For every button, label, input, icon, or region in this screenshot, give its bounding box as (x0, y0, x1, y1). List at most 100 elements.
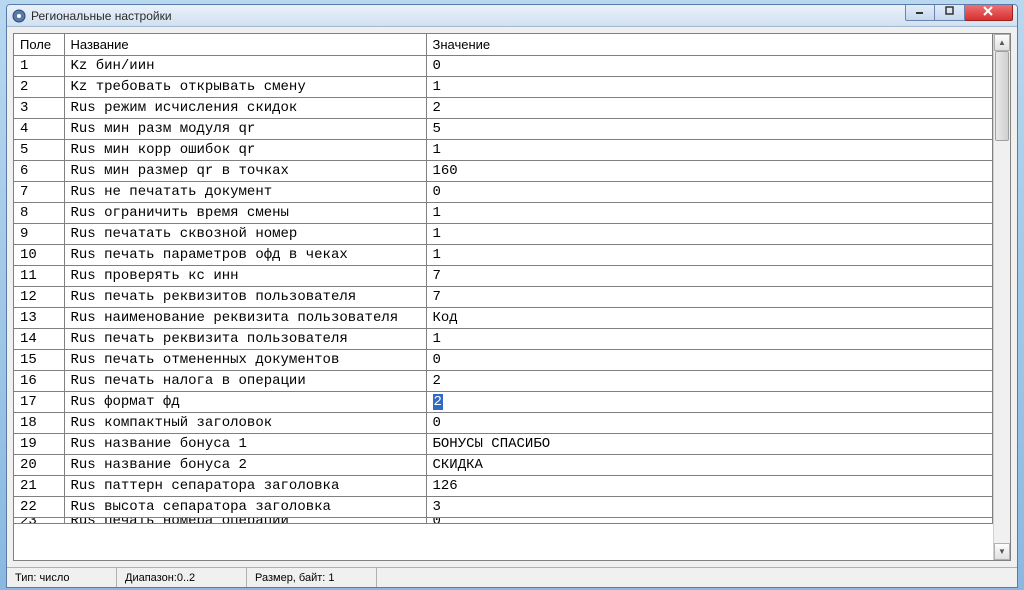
cell-name[interactable]: Rus печать налога в операции (64, 371, 426, 392)
cell-value[interactable]: 0 (426, 182, 993, 203)
cell-name[interactable]: Rus наименование реквизита пользователя (64, 308, 426, 329)
titlebar[interactable]: Региональные настройки (7, 5, 1017, 27)
cell-name[interactable]: Rus мин размер qr в точках (64, 161, 426, 182)
table-row[interactable]: 9Rus печатать сквозной номер1 (14, 224, 993, 245)
cell-name[interactable]: Rus печать номера операции (64, 518, 426, 524)
cell-value[interactable]: 0 (426, 350, 993, 371)
cell-name[interactable]: Rus мин разм модуля qr (64, 119, 426, 140)
cell-value[interactable]: 0 (426, 413, 993, 434)
cell-value[interactable]: СКИДКА (426, 455, 993, 476)
table-row[interactable]: 16Rus печать налога в операции2 (14, 371, 993, 392)
cell-value[interactable]: 5 (426, 119, 993, 140)
cell-pole[interactable]: 6 (14, 161, 64, 182)
table-row[interactable]: 7Rus не печатать документ0 (14, 182, 993, 203)
cell-value[interactable]: 7 (426, 287, 993, 308)
cell-value[interactable]: 2 (426, 98, 993, 119)
cell-pole[interactable]: 20 (14, 455, 64, 476)
cell-value[interactable]: 7 (426, 266, 993, 287)
cell-pole[interactable]: 18 (14, 413, 64, 434)
cell-pole[interactable]: 4 (14, 119, 64, 140)
table-row[interactable]: 11Rus проверять кс инн7 (14, 266, 993, 287)
table-row[interactable]: 21Rus паттерн сепаратора заголовка126 (14, 476, 993, 497)
cell-value[interactable]: 2 (426, 371, 993, 392)
cell-name[interactable]: Kz бин/иин (64, 56, 426, 77)
cell-value[interactable]: 1 (426, 224, 993, 245)
cell-pole[interactable]: 15 (14, 350, 64, 371)
scroll-down-button[interactable]: ▼ (994, 543, 1010, 560)
cell-name[interactable]: Rus печать параметров офд в чеках (64, 245, 426, 266)
cell-name[interactable]: Rus печатать сквозной номер (64, 224, 426, 245)
cell-name[interactable]: Rus паттерн сепаратора заголовка (64, 476, 426, 497)
table-row[interactable]: 2Kz требовать открывать смену1 (14, 77, 993, 98)
table-row[interactable]: 23Rus печать номера операции0 (14, 518, 993, 524)
cell-pole[interactable]: 3 (14, 98, 64, 119)
cell-pole[interactable]: 23 (14, 518, 64, 524)
minimize-button[interactable] (905, 4, 935, 21)
cell-name[interactable]: Rus формат фд (64, 392, 426, 413)
cell-pole[interactable]: 13 (14, 308, 64, 329)
cell-value[interactable]: 1 (426, 329, 993, 350)
table-row[interactable]: 14Rus печать реквизита пользователя1 (14, 329, 993, 350)
cell-pole[interactable]: 16 (14, 371, 64, 392)
cell-name[interactable]: Rus режим исчисления скидок (64, 98, 426, 119)
cell-name[interactable]: Rus печать реквизитов пользователя (64, 287, 426, 308)
cell-value[interactable]: 1 (426, 77, 993, 98)
cell-value[interactable]: БОНУСЫ СПАСИБО (426, 434, 993, 455)
cell-pole[interactable]: 5 (14, 140, 64, 161)
cell-name[interactable]: Rus компактный заголовок (64, 413, 426, 434)
cell-value[interactable]: 1 (426, 245, 993, 266)
table-row[interactable]: 22Rus высота сепаратора заголовка3 (14, 497, 993, 518)
table-row[interactable]: 8Rus ограничить время смены1 (14, 203, 993, 224)
cell-name[interactable]: Rus мин корр ошибок qr (64, 140, 426, 161)
cell-pole[interactable]: 1 (14, 56, 64, 77)
table-row[interactable]: 5Rus мин корр ошибок qr1 (14, 140, 993, 161)
table-row[interactable]: 15Rus печать отмененных документов0 (14, 350, 993, 371)
table-row[interactable]: 6Rus мин размер qr в точках160 (14, 161, 993, 182)
cell-value[interactable]: 3 (426, 497, 993, 518)
table-row[interactable]: 4Rus мин разм модуля qr5 (14, 119, 993, 140)
data-grid[interactable]: Поле Название Значение 1Kz бин/иин02Kz т… (13, 33, 1011, 561)
cell-name[interactable]: Rus печать отмененных документов (64, 350, 426, 371)
cell-name[interactable]: Rus не печатать документ (64, 182, 426, 203)
cell-value[interactable]: 126 (426, 476, 993, 497)
cell-name[interactable]: Rus ограничить время смены (64, 203, 426, 224)
table-row[interactable]: 18Rus компактный заголовок0 (14, 413, 993, 434)
table-row[interactable]: 13Rus наименование реквизита пользовател… (14, 308, 993, 329)
column-header-pole[interactable]: Поле (14, 34, 64, 56)
column-header-name[interactable]: Название (64, 34, 426, 56)
cell-name[interactable]: Rus проверять кс инн (64, 266, 426, 287)
cell-pole[interactable]: 19 (14, 434, 64, 455)
cell-value[interactable]: 2 (426, 392, 993, 413)
selected-value[interactable]: 2 (433, 394, 443, 410)
cell-value[interactable]: 160 (426, 161, 993, 182)
maximize-button[interactable] (935, 4, 965, 21)
table-row[interactable]: 20Rus название бонуса 2СКИДКА (14, 455, 993, 476)
grid-scroll-area[interactable]: Поле Название Значение 1Kz бин/иин02Kz т… (14, 34, 993, 560)
table-row[interactable]: 12Rus печать реквизитов пользователя7 (14, 287, 993, 308)
cell-pole[interactable]: 22 (14, 497, 64, 518)
cell-pole[interactable]: 7 (14, 182, 64, 203)
cell-value[interactable]: 1 (426, 140, 993, 161)
cell-pole[interactable]: 12 (14, 287, 64, 308)
table-row[interactable]: 19Rus название бонуса 1БОНУСЫ СПАСИБО (14, 434, 993, 455)
scroll-thumb[interactable] (995, 51, 1009, 141)
cell-name[interactable]: Rus высота сепаратора заголовка (64, 497, 426, 518)
table-row[interactable]: 1Kz бин/иин0 (14, 56, 993, 77)
cell-value[interactable]: 0 (426, 518, 993, 524)
cell-pole[interactable]: 10 (14, 245, 64, 266)
table-row[interactable]: 17Rus формат фд 2 (14, 392, 993, 413)
cell-pole[interactable]: 11 (14, 266, 64, 287)
cell-pole[interactable]: 9 (14, 224, 64, 245)
cell-name[interactable]: Rus название бонуса 2 (64, 455, 426, 476)
cell-value[interactable]: Код (426, 308, 993, 329)
cell-pole[interactable]: 8 (14, 203, 64, 224)
cell-value[interactable]: 0 (426, 56, 993, 77)
scroll-up-button[interactable]: ▲ (994, 34, 1010, 51)
table-row[interactable]: 10Rus печать параметров офд в чеках1 (14, 245, 993, 266)
cell-pole[interactable]: 2 (14, 77, 64, 98)
cell-pole[interactable]: 17 (14, 392, 64, 413)
settings-table[interactable]: Поле Название Значение 1Kz бин/иин02Kz т… (14, 34, 993, 524)
close-button[interactable] (965, 4, 1013, 21)
cell-pole[interactable]: 21 (14, 476, 64, 497)
cell-name[interactable]: Kz требовать открывать смену (64, 77, 426, 98)
